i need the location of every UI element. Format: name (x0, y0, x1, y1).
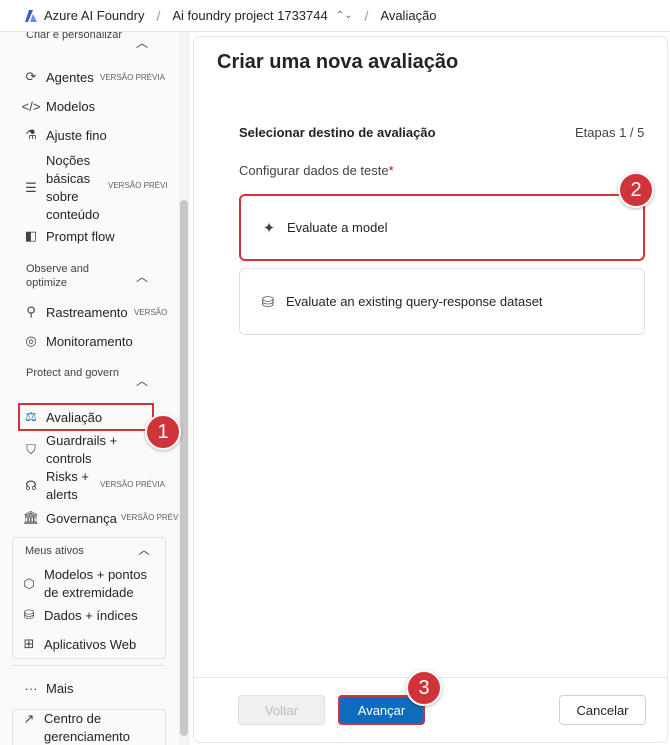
sidebar-item-guardrails[interactable]: ⛉ Guardrails + controls (22, 432, 136, 468)
cancel-button[interactable]: Cancelar (559, 695, 646, 725)
sidebar-item-monitoramento[interactable]: ◎ Monitoramento (22, 332, 133, 350)
database-icon: ⛁ (23, 607, 35, 622)
sidebar-item-aplicativos-web[interactable]: ⊞ Aplicativos Web (20, 635, 137, 653)
preview-badge: VERSÃO PRÉVI (121, 513, 178, 522)
field-label: Configurar dados de teste* (239, 163, 394, 178)
chevron-up-icon[interactable]: ︿ (136, 34, 148, 51)
breadcrumb-current-page: Avaliação (380, 8, 437, 23)
prompt-flow-icon: ◧ (24, 228, 38, 243)
chevron-updown-icon[interactable]: ⌃⌄ (336, 10, 353, 21)
breadcrumb-separator: / (364, 7, 369, 24)
sidebar-item-label: Governança (46, 510, 117, 526)
content-icon: ☰ (25, 180, 37, 195)
section-heading-observe: Observe and optimize (26, 263, 89, 289)
option-label: Evaluate a model (287, 220, 388, 235)
sidebar-item-label: Noções básicas sobre conteúdo (46, 153, 100, 222)
chevron-up-icon[interactable]: ︿ (136, 268, 148, 285)
sidebar-item-label: Agentes (46, 69, 94, 85)
shield-icon: ⛉ (26, 442, 36, 457)
sidebar-item-dados-indices[interactable]: ⛁ Dados + índices (20, 606, 138, 624)
preview-badge: VERSÃO PRÉVIA (100, 73, 165, 82)
sidebar-item-management-center[interactable]: ↗ Centro de gerenciamento (20, 710, 144, 745)
required-mark: * (388, 163, 394, 178)
project-selector[interactable]: Ai foundry project 1733744 (172, 8, 327, 23)
section-heading-protect: Protect and govern (26, 367, 119, 379)
option-evaluate-model[interactable]: ✦ Evaluate a model (239, 194, 645, 261)
agents-icon: ⟳ (25, 69, 37, 84)
management-icon: ↗ (23, 711, 35, 726)
tracing-icon: ⚲ (26, 304, 36, 319)
sidebar-item-label: Dados + índices (44, 607, 138, 623)
divider (12, 665, 164, 666)
cube-icon: ⬡ (23, 576, 35, 591)
sidebar-item-label: Modelos + pontos de extremidade (44, 567, 147, 600)
code-icon: </> (21, 98, 41, 114)
preview-badge: VERSÃO PRÉVI (108, 181, 168, 190)
sidebar-item-label: Centro de gerenciamento (44, 711, 130, 744)
top-bar: Azure AI Foundry / Ai foundry project 17… (0, 0, 670, 32)
option-evaluate-dataset[interactable]: ⛁ Evaluate an existing query-response da… (239, 268, 645, 335)
breadcrumb-separator: / (156, 7, 161, 24)
sidebar-item-rastreamento[interactable]: ⚲ Rastreamento (22, 303, 128, 321)
sidebar-scrollbar[interactable] (180, 200, 188, 736)
option-label: Evaluate an existing query-response data… (286, 294, 543, 309)
risk-icon: ☊ (25, 478, 37, 493)
section-heading-assets: Meus ativos (25, 545, 84, 557)
app-name-link[interactable]: Azure AI Foundry (44, 8, 144, 23)
bank-icon: 🏛 (22, 510, 40, 525)
sidebar-item-label: Rastreamento (46, 304, 128, 320)
sidebar-item-label: Monitoramento (46, 333, 133, 349)
chevron-up-icon[interactable]: ︿ (136, 372, 148, 389)
sidebar-item-label: Ajuste fino (46, 127, 107, 143)
sidebar-item-label: Mais (46, 680, 74, 696)
azure-logo-icon (25, 9, 37, 22)
database-icon: ⛁ (261, 293, 275, 311)
annotation-marker-1: 1 (145, 414, 181, 450)
sidebar-item-risks[interactable]: ☊ Risks + alerts (22, 468, 94, 504)
sidebar-item-label: Guardrails + controls (46, 433, 118, 466)
step-title: Selecionar destino de avaliação (239, 125, 436, 140)
monitor-icon: ◎ (25, 333, 37, 348)
more-icon: ··· (24, 680, 38, 696)
back-button[interactable]: Voltar (238, 695, 325, 725)
sidebar-item-mais[interactable]: ··· Mais (22, 679, 74, 697)
sidebar-item-label: Risks + alerts (46, 469, 89, 502)
annotation-marker-2: 2 (618, 172, 654, 208)
flask-icon: ⚗ (25, 127, 37, 142)
apps-icon: ⊞ (23, 636, 35, 651)
sidebar-item-label: Avaliação (46, 409, 103, 425)
sidebar-item-modelos[interactable]: </> Modelos (21, 97, 96, 115)
sidebar-item-label: Modelos (46, 98, 96, 114)
section-heading-build: Criar e personalizar (26, 32, 122, 41)
sidebar-item-governanca[interactable]: 🏛 Governança (22, 509, 117, 527)
sidebar-item-ajuste-fino[interactable]: ⚗ Ajuste fino (22, 126, 107, 144)
field-label-text: Configurar dados de teste (239, 163, 389, 178)
chevron-up-icon[interactable]: ︿ (138, 541, 150, 558)
sidebar-item-agentes[interactable]: ⟳ Agentes (22, 68, 94, 86)
scale-icon: ⚖ (25, 409, 37, 424)
step-counter: Etapas 1 / 5 (575, 125, 645, 140)
sidebar: Criar e personalizar ︿ ⟳ Agentes VERSÃO … (0, 32, 178, 745)
sidebar-item-modelos-pontos[interactable]: ⬡ Modelos + pontos de extremidade (20, 566, 162, 602)
sparkle-icon: ✦ (262, 219, 276, 237)
sidebar-item-nocoes-basicas[interactable]: ☰ Noções básicas sobre conteúdo (22, 152, 106, 224)
preview-badge: VERSÃO PRÉVIA (100, 480, 165, 489)
sidebar-item-label: Prompt flow (46, 228, 115, 244)
sidebar-item-prompt-flow[interactable]: ◧ Prompt flow (22, 227, 115, 245)
sidebar-item-label: Aplicativos Web (44, 636, 137, 652)
evaluation-wizard-panel: Criar uma nova avaliação Selecionar dest… (193, 36, 668, 743)
preview-badge: VERSÃO (134, 308, 168, 317)
sidebar-item-avaliacao[interactable]: ⚖ Avaliação (22, 408, 102, 426)
page-title: Criar uma nova avaliação (217, 51, 459, 73)
annotation-marker-3: 3 (406, 670, 442, 706)
